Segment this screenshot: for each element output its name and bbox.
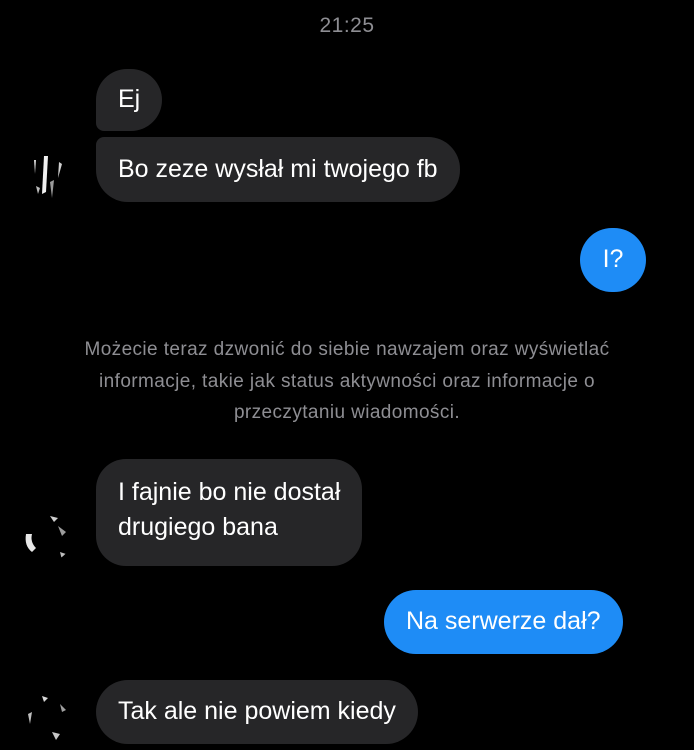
message-text: Na serwerze dał? bbox=[406, 607, 601, 635]
incoming-message-bubble[interactable]: I fajnie bo nie dostał drugiego bana bbox=[96, 459, 363, 566]
notice-line: informacje, takie jak status aktywności … bbox=[99, 370, 595, 392]
message-text: Bo zeze wysłał mi twojego fb bbox=[118, 155, 438, 183]
avatar-image bbox=[22, 694, 72, 744]
avatar-image bbox=[24, 152, 74, 202]
notice-line: przeczytaniu wiadomości. bbox=[233, 402, 461, 423]
message-timestamp: 21:25 bbox=[319, 14, 375, 37]
message-text: I? bbox=[602, 245, 624, 273]
contact-avatar[interactable] bbox=[22, 512, 72, 562]
outgoing-message-bubble[interactable]: I? bbox=[580, 228, 646, 292]
outgoing-message-bubble[interactable]: Na serwerze dał? bbox=[384, 590, 623, 654]
message-text: I fajnie bo nie dostał bbox=[118, 478, 341, 506]
contact-avatar[interactable] bbox=[22, 694, 72, 744]
avatar-image bbox=[22, 512, 72, 562]
message-text: drugiego bana bbox=[118, 513, 278, 541]
incoming-message-bubble[interactable]: Tak ale nie powiem kiedy bbox=[96, 680, 418, 744]
message-text: Ej bbox=[118, 85, 141, 113]
contact-avatar[interactable] bbox=[24, 152, 74, 202]
system-notice: Możecie teraz dzwonić do siebie nawzajem… bbox=[40, 334, 654, 429]
message-text: Tak ale nie powiem kiedy bbox=[118, 697, 396, 725]
incoming-message-bubble[interactable]: Ej bbox=[96, 69, 163, 131]
notice-line: Możecie teraz dzwonić do siebie nawzajem… bbox=[84, 339, 610, 360]
incoming-message-bubble[interactable]: Bo zeze wysłał mi twojego fb bbox=[96, 137, 460, 202]
